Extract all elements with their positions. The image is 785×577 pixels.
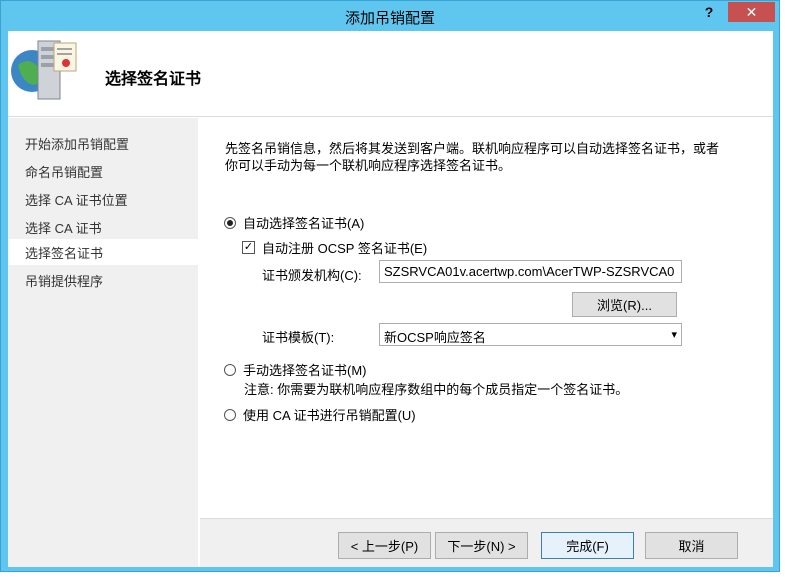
wizard-header: 选择签名证书 xyxy=(8,31,773,117)
prev-button[interactable]: < 上一步(P) xyxy=(338,532,431,559)
server-certificate-icon xyxy=(11,40,77,100)
nav-item-name-config[interactable]: 命名吊销配置 xyxy=(25,162,103,181)
nav-item-start[interactable]: 开始添加吊销配置 xyxy=(25,134,129,153)
template-select[interactable]: 新OCSP响应签名 ▾ xyxy=(379,323,682,346)
description-line-1: 先签名吊销信息，然后将其发送到客户端。联机响应程序可以自动选择签名证书，或者 xyxy=(225,141,720,156)
auto-select-label: 自动选择签名证书(A) xyxy=(243,216,365,231)
wizard-nav: 开始添加吊销配置 命名吊销配置 选择 CA 证书位置 选择 CA 证书 选择签名… xyxy=(8,118,198,567)
browse-button[interactable]: 浏览(R)... xyxy=(572,292,677,317)
issuer-label: 证书颁发机构(C): xyxy=(262,268,362,283)
next-button[interactable]: 下一步(N) > xyxy=(435,532,528,559)
close-button[interactable]: ✕ xyxy=(728,2,775,22)
window-title: 添加吊销配置 xyxy=(344,10,435,27)
wizard-footer: < 上一步(P) 下一步(N) > 完成(F) 取消 xyxy=(200,518,773,567)
help-button[interactable]: ? xyxy=(691,2,727,22)
radio-unselected-icon[interactable] xyxy=(224,363,236,376)
cancel-button[interactable]: 取消 xyxy=(645,532,738,559)
template-value: 新OCSP响应签名 xyxy=(384,330,486,345)
manual-note: 注意: 你需要为联机响应程序数组中的每个成员指定一个签名证书。 xyxy=(244,382,629,397)
auto-select-radio[interactable]: 自动选择签名证书(A) xyxy=(224,213,364,232)
finish-button[interactable]: 完成(F) xyxy=(541,532,634,559)
wizard-content: 先签名吊销信息，然后将其发送到客户端。联机响应程序可以自动选择签名证书，或者 你… xyxy=(200,118,773,567)
nav-item-signing-cert[interactable]: 选择签名证书 xyxy=(25,243,103,262)
auto-enroll-label: 自动注册 OCSP 签名证书(E) xyxy=(262,241,428,256)
dialog-client: 选择签名证书 开始添加吊销配置 命名吊销配置 选择 CA 证书位置 选择 CA … xyxy=(8,31,773,567)
nav-item-ca-location[interactable]: 选择 CA 证书位置 xyxy=(25,190,128,209)
page-title: 选择签名证书 xyxy=(105,71,202,88)
nav-item-revocation-provider[interactable]: 吊销提供程序 xyxy=(25,271,103,290)
description-line-2: 你可以手动为每一个联机响应程序选择签名证书。 xyxy=(225,158,512,173)
description: 先签名吊销信息，然后将其发送到客户端。联机响应程序可以自动选择签名证书，或者 你… xyxy=(225,140,745,174)
use-ca-radio[interactable]: 使用 CA 证书进行吊销配置(U) xyxy=(224,405,416,424)
chevron-down-icon[interactable]: ▾ xyxy=(671,328,677,341)
radio-unselected-icon[interactable] xyxy=(224,408,236,421)
radio-selected-icon[interactable] xyxy=(224,216,236,229)
manual-select-label: 手动选择签名证书(M) xyxy=(243,363,367,378)
manual-select-radio[interactable]: 手动选择签名证书(M) xyxy=(224,360,367,379)
dialog-window: 添加吊销配置 ? ✕ 选择签名证书 开始添加吊销配置 命名吊销配置 选择 CA … xyxy=(0,0,780,572)
use-ca-label: 使用 CA 证书进行吊销配置(U) xyxy=(243,408,416,423)
checkmark-icon[interactable]: ✓ xyxy=(242,241,255,254)
title-bar[interactable]: 添加吊销配置 ? ✕ xyxy=(1,1,779,31)
nav-item-ca-cert[interactable]: 选择 CA 证书 xyxy=(25,218,102,237)
issuer-field[interactable]: SZSRVCA01v.acertwp.com\AcerTWP-SZSRVCA0 xyxy=(379,260,682,283)
template-label: 证书模板(T): xyxy=(262,330,335,345)
auto-enroll-checkbox[interactable]: ✓ 自动注册 OCSP 签名证书(E) xyxy=(242,238,427,257)
